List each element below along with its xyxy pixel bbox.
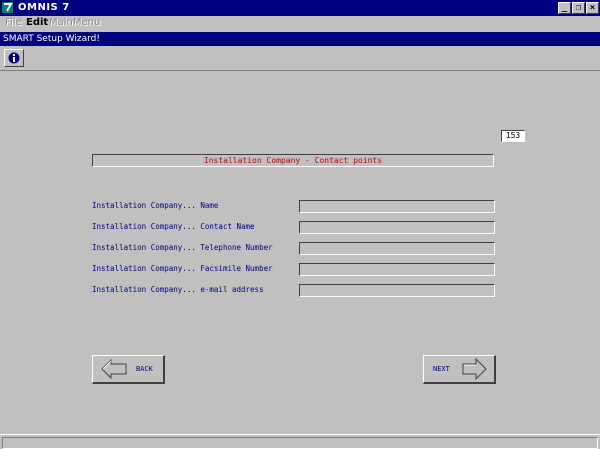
back-button[interactable]: BACK <box>92 355 165 384</box>
app-logo-icon[interactable] <box>1 1 14 14</box>
field-label-company-name: Installation Company... Name <box>92 201 219 210</box>
contact-name-input[interactable] <box>299 221 495 234</box>
company-name-input[interactable] <box>299 200 495 213</box>
field-label-email: Installation Company... e-mail address <box>92 285 264 294</box>
info-icon <box>8 52 20 64</box>
menu-file[interactable]: File <box>5 16 22 30</box>
maximize-icon: ❐ <box>575 3 582 13</box>
wizard-titlebar: SMART Setup Wizard! <box>0 32 600 46</box>
facsimile-input[interactable] <box>299 263 495 276</box>
app-titlebar: OMNIS 7 _ ❐ × <box>0 0 600 16</box>
close-button[interactable]: × <box>586 2 599 14</box>
minimize-icon: _ <box>561 3 568 13</box>
field-label-facsimile: Installation Company... Facsimile Number <box>92 264 273 273</box>
toolbar <box>0 46 600 71</box>
menu-edit[interactable]: Edit <box>26 16 48 30</box>
maximize-button[interactable]: ❐ <box>572 2 585 14</box>
wizard-content: 153 Installation Company - Contact point… <box>0 71 600 433</box>
statusbar <box>0 434 600 449</box>
info-button[interactable] <box>4 49 24 67</box>
section-heading: Installation Company - Contact points <box>92 154 494 167</box>
page-number: 153 <box>501 130 525 142</box>
field-label-telephone: Installation Company... Telephone Number <box>92 243 273 252</box>
close-icon: × <box>589 3 596 13</box>
status-panel <box>2 437 598 449</box>
wizard-title: SMART Setup Wizard! <box>3 34 100 44</box>
minimize-button[interactable]: _ <box>558 2 571 14</box>
back-button-label: BACK <box>136 365 153 373</box>
next-button-label: NEXT <box>433 365 450 373</box>
next-button[interactable]: NEXT <box>423 355 496 384</box>
arrow-right-icon <box>462 358 487 380</box>
app-title: OMNIS 7 <box>18 2 70 13</box>
menu-mainmenu[interactable]: MainMenu <box>49 16 100 30</box>
field-label-contact-name: Installation Company... Contact Name <box>92 222 255 231</box>
telephone-input[interactable] <box>299 242 495 255</box>
arrow-left-icon <box>101 359 127 379</box>
menubar: File Edit MainMenu <box>0 16 600 30</box>
email-input[interactable] <box>299 284 495 297</box>
